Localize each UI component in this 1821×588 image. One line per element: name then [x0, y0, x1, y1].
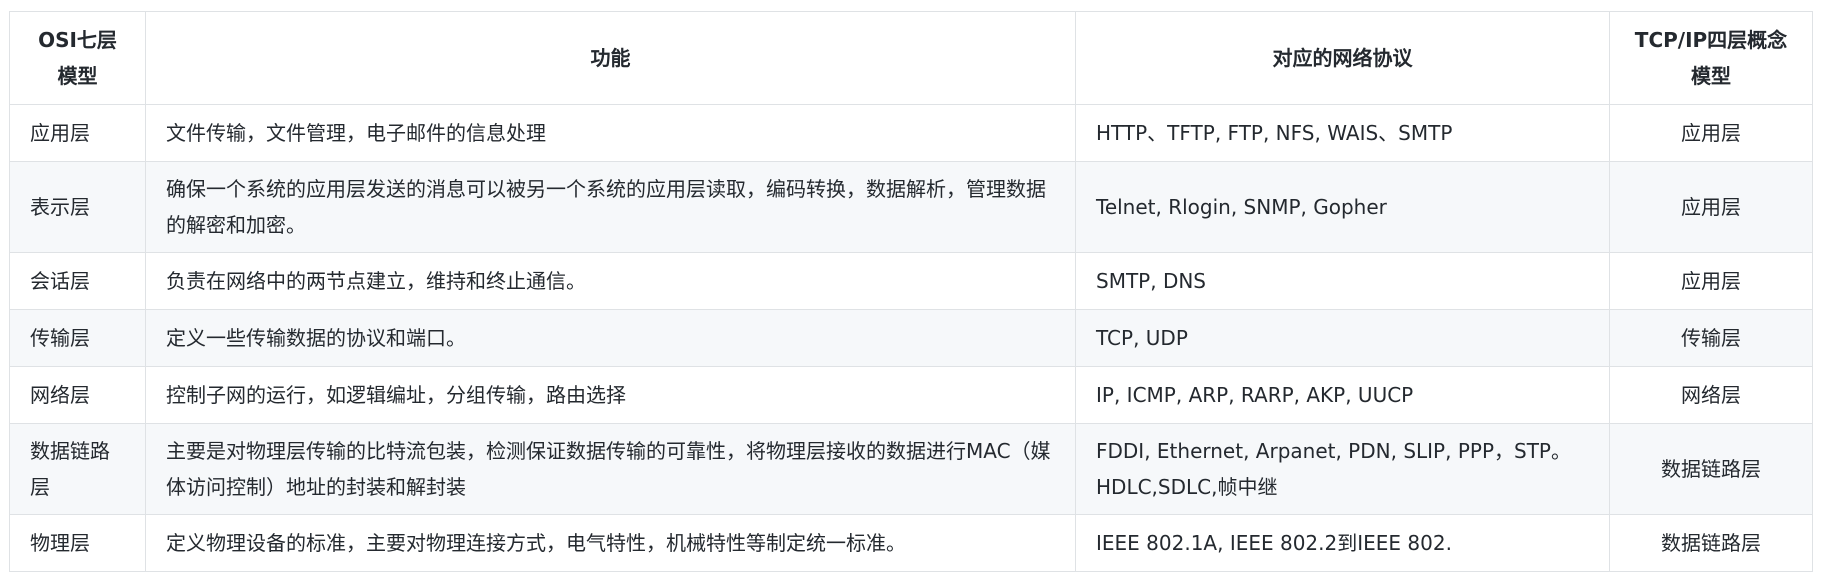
cell-function: 定义一些传输数据的协议和端口。: [145, 309, 1076, 367]
cell-protocols: IEEE 802.1A, IEEE 802.2到IEEE 802.: [1075, 514, 1610, 572]
table-row: 会话层 负责在网络中的两节点建立，维持和终止通信。 SMTP, DNS 应用层: [9, 252, 1813, 310]
cell-tcpip-layer: 数据链路层: [1609, 423, 1813, 515]
table-row: 传输层 定义一些传输数据的协议和端口。 TCP, UDP 传输层: [9, 309, 1813, 367]
cell-protocols: Telnet, Rlogin, SNMP, Gopher: [1075, 161, 1610, 253]
osi-table-container: OSI七层模型 功能 对应的网络协议 TCP/IP四层概念模型 应用层 文件传输…: [9, 11, 1813, 572]
cell-protocols: SMTP, DNS: [1075, 252, 1610, 310]
cell-osi-layer: 会话层: [9, 252, 146, 310]
cell-tcpip-layer: 传输层: [1609, 309, 1813, 367]
cell-osi-layer: 传输层: [9, 309, 146, 367]
cell-protocols: HTTP、TFTP, FTP, NFS, WAIS、SMTP: [1075, 104, 1610, 162]
cell-osi-layer: 物理层: [9, 514, 146, 572]
cell-protocols: TCP, UDP: [1075, 309, 1610, 367]
cell-function: 确保一个系统的应用层发送的消息可以被另一个系统的应用层读取，编码转换，数据解析，…: [145, 161, 1076, 253]
table-row: 应用层 文件传输，文件管理，电子邮件的信息处理 HTTP、TFTP, FTP, …: [9, 104, 1813, 162]
cell-function: 文件传输，文件管理，电子邮件的信息处理: [145, 104, 1076, 162]
cell-function: 定义物理设备的标准，主要对物理连接方式，电气特性，机械特性等制定统一标准。: [145, 514, 1076, 572]
cell-tcpip-layer: 应用层: [1609, 161, 1813, 253]
cell-function: 负责在网络中的两节点建立，维持和终止通信。: [145, 252, 1076, 310]
table-header-row: OSI七层模型 功能 对应的网络协议 TCP/IP四层概念模型: [9, 11, 1813, 105]
header-protocols: 对应的网络协议: [1075, 11, 1610, 105]
cell-osi-layer: 数据链路层: [9, 423, 146, 515]
cell-protocols: FDDI, Ethernet, Arpanet, PDN, SLIP, PPP，…: [1075, 423, 1610, 515]
header-function: 功能: [145, 11, 1076, 105]
cell-osi-layer: 网络层: [9, 366, 146, 424]
cell-tcpip-layer: 应用层: [1609, 252, 1813, 310]
cell-function: 控制子网的运行，如逻辑编址，分组传输，路由选择: [145, 366, 1076, 424]
cell-osi-layer: 应用层: [9, 104, 146, 162]
header-osi-layer: OSI七层模型: [9, 11, 146, 105]
cell-tcpip-layer: 数据链路层: [1609, 514, 1813, 572]
cell-osi-layer: 表示层: [9, 161, 146, 253]
osi-comparison-table: OSI七层模型 功能 对应的网络协议 TCP/IP四层概念模型 应用层 文件传输…: [9, 11, 1813, 572]
table-row: 物理层 定义物理设备的标准，主要对物理连接方式，电气特性，机械特性等制定统一标准…: [9, 514, 1813, 572]
table-row: 数据链路层 主要是对物理层传输的比特流包装，检测保证数据传输的可靠性，将物理层接…: [9, 423, 1813, 515]
table-row: 网络层 控制子网的运行，如逻辑编址，分组传输，路由选择 IP, ICMP, AR…: [9, 366, 1813, 424]
cell-function: 主要是对物理层传输的比特流包装，检测保证数据传输的可靠性，将物理层接收的数据进行…: [145, 423, 1076, 515]
cell-tcpip-layer: 应用层: [1609, 104, 1813, 162]
table-row: 表示层 确保一个系统的应用层发送的消息可以被另一个系统的应用层读取，编码转换，数…: [9, 161, 1813, 253]
header-tcpip-layer: TCP/IP四层概念模型: [1609, 11, 1813, 105]
cell-tcpip-layer: 网络层: [1609, 366, 1813, 424]
cell-protocols: IP, ICMP, ARP, RARP, AKP, UUCP: [1075, 366, 1610, 424]
